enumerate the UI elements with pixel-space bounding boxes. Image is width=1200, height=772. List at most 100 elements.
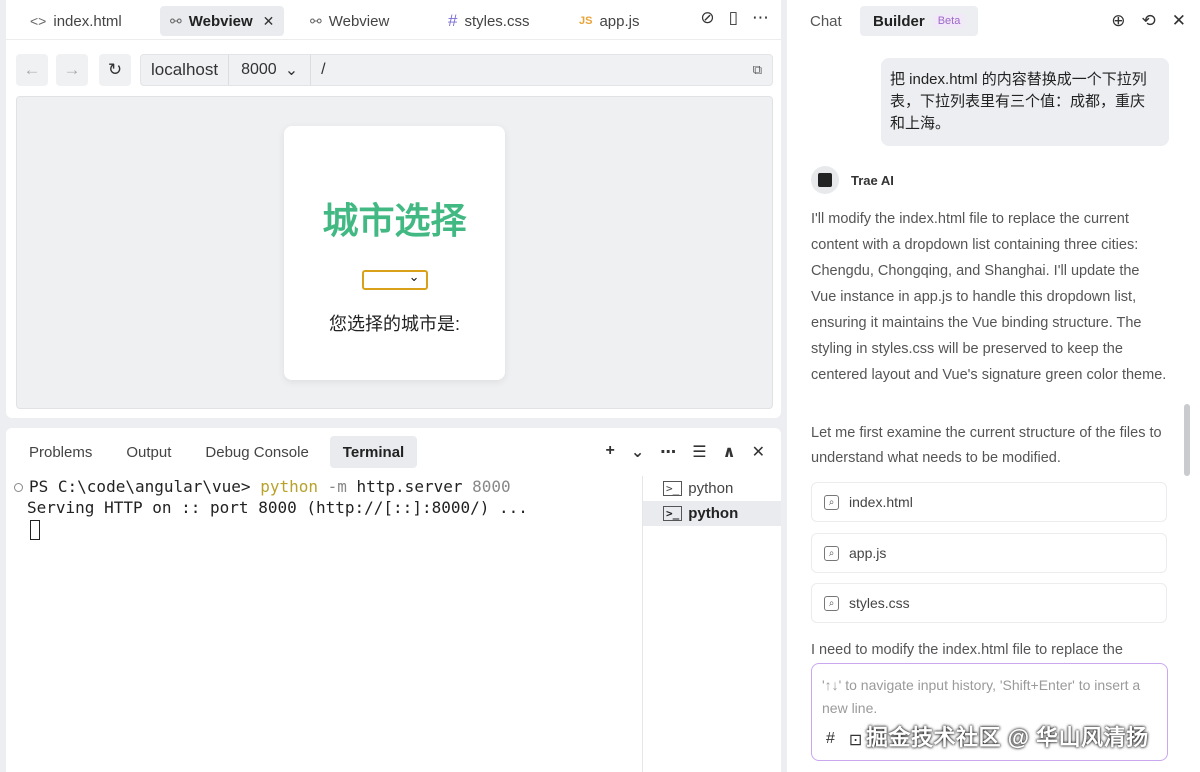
tab-app-js[interactable]: JS app.js — [569, 6, 650, 36]
ai-message-paragraph: Let me first examine the current structu… — [811, 425, 1162, 466]
terminal-output[interactable]: PS C:\code\angular\vue> python -m http.s… — [14, 476, 639, 540]
ai-name: Trae AI — [851, 172, 894, 188]
chevron-down-icon: ⌄ — [408, 269, 420, 284]
file-name: app.js — [849, 545, 887, 561]
panel-tabs: Problems Output Debug Console Terminal — [16, 436, 418, 468]
close-icon[interactable]: ✕ — [752, 442, 765, 462]
terminal-tools: + ⌄ ⋯ ☰ ∧ ✕ — [606, 442, 766, 462]
city-select[interactable]: ⌄ — [361, 269, 428, 290]
tab-styles-css[interactable]: # styles.css — [438, 6, 539, 36]
editor-tab-bar: <> index.html ⚯ Webview ✕ ⚯ Webview # st… — [6, 0, 781, 40]
command-flag: -m — [317, 477, 357, 496]
terminal-icon: >_ — [663, 481, 683, 496]
ai-message-paragraph: I'll modify the index.html file to repla… — [811, 211, 1167, 383]
terminal-line: Serving HTTP on :: port 8000 (http://[::… — [27, 498, 528, 517]
tab-debug-console[interactable]: Debug Console — [192, 436, 321, 468]
forward-button[interactable]: → — [56, 54, 88, 86]
input-tools: # ⊡ — [826, 730, 862, 750]
url-field[interactable]: localhost 8000 ⌄ / ⧉ — [140, 54, 773, 86]
tab-label: Webview — [188, 12, 253, 30]
history-icon[interactable]: ⟲ — [1142, 11, 1156, 31]
selected-city-label: 您选择的城市是: — [328, 314, 460, 334]
chevron-down-icon[interactable]: ⌄ — [631, 442, 644, 462]
css-icon: # — [448, 11, 458, 30]
url-host: localhost — [141, 55, 230, 85]
search-icon: ⌕ — [824, 545, 839, 561]
file-reference[interactable]: ⌕ app.js — [811, 533, 1167, 573]
command: python — [260, 477, 318, 496]
file-name: styles.css — [849, 595, 910, 611]
tab-builder[interactable]: Builder Beta — [860, 6, 979, 36]
tab-label: Webview — [328, 12, 390, 30]
app-card: 城市选择 ⌄ 您选择的城市是: — [284, 126, 505, 380]
watermark: 掘金技术社区 @ 华山风清扬 — [866, 725, 1149, 750]
file-reference[interactable]: ⌕ index.html — [811, 482, 1167, 522]
avatar — [811, 166, 839, 194]
terminal-session[interactable]: >_ python — [643, 476, 781, 501]
js-icon: JS — [579, 15, 593, 27]
file-reference[interactable]: ⌕ styles.css — [811, 583, 1167, 623]
more-icon[interactable]: ⋯ — [660, 442, 676, 462]
maximize-icon[interactable]: ∧ — [723, 442, 736, 462]
file-name: index.html — [849, 494, 913, 510]
chat-header: Chat Builder Beta ⊕ ⟲ ✕ — [787, 0, 1200, 44]
port-select[interactable]: 8000 ⌄ — [229, 55, 312, 85]
tab-chat[interactable]: Chat — [797, 6, 855, 36]
new-chat-icon[interactable]: ⊕ — [1111, 11, 1125, 31]
back-button[interactable]: ← — [16, 54, 48, 86]
search-icon: ⌕ — [824, 595, 839, 611]
beta-badge: Beta — [932, 14, 966, 28]
link-icon: ⚯ — [170, 12, 182, 29]
ai-message-paragraph: I need to modify the index.html file to … — [811, 642, 1123, 657]
chat-tools: ⊕ ⟲ ✕ — [1111, 11, 1186, 31]
ai-header: Trae AI — [811, 166, 894, 194]
tab-terminal[interactable]: Terminal — [329, 436, 418, 468]
image-icon[interactable]: ⊡ — [849, 730, 862, 750]
terminal-cursor — [30, 519, 40, 540]
tab-problems[interactable]: Problems — [16, 436, 105, 468]
chevron-down-icon: ⌄ — [284, 62, 299, 79]
user-message: 把 index.html 的内容替换成一个下拉列表，下拉列表里有三个值：成都，重… — [881, 58, 1169, 146]
terminal-cursor-line — [14, 518, 639, 540]
prompt: PS C:\code\angular\vue> — [29, 477, 261, 496]
page-title: 城市选择 — [322, 200, 467, 241]
more-icon[interactable]: ⋯ — [752, 8, 769, 28]
editor-panel: <> index.html ⚯ Webview ✕ ⚯ Webview # st… — [6, 0, 781, 418]
port-value: 8000 — [241, 61, 277, 78]
split-editor-icon[interactable]: ▯ — [729, 8, 738, 28]
reload-button[interactable]: ↻ — [99, 54, 131, 86]
settings-icon[interactable]: ☰ — [692, 442, 706, 462]
hash-icon[interactable]: # — [826, 730, 835, 750]
address-bar: ← → ↻ localhost 8000 ⌄ / ⧉ — [16, 54, 773, 88]
terminal-icon: >_ — [663, 506, 683, 521]
command-arg: 8000 — [462, 477, 511, 496]
session-label: python — [688, 505, 739, 522]
link-icon: ⚯ — [310, 12, 322, 29]
trae-logo-icon — [818, 173, 832, 187]
tab-webview-active[interactable]: ⚯ Webview ✕ — [160, 6, 285, 36]
tab-index-html[interactable]: <> index.html — [20, 6, 132, 36]
tab-label: app.js — [599, 12, 640, 30]
search-icon: ⌕ — [824, 494, 839, 510]
chat-scrollbar[interactable] — [1184, 404, 1190, 476]
terminal-panel: Problems Output Debug Console Terminal +… — [6, 428, 781, 772]
session-label: python — [688, 480, 734, 497]
ai-chat-panel: Chat Builder Beta ⊕ ⟲ ✕ 把 index.html 的内容… — [787, 0, 1200, 772]
webview-viewport: 城市选择 ⌄ 您选择的城市是: — [16, 96, 773, 409]
left-workspace: <> index.html ⚯ Webview ✕ ⚯ Webview # st… — [0, 0, 787, 772]
tab-output[interactable]: Output — [113, 436, 184, 468]
terminal-session-active[interactable]: >_ python — [643, 501, 781, 526]
tab-label: index.html — [53, 12, 122, 30]
tab-webview[interactable]: ⚯ Webview — [300, 6, 399, 36]
compass-icon[interactable]: ⊘ — [700, 8, 714, 28]
close-icon[interactable]: ✕ — [1172, 11, 1186, 31]
command-arg: http.server — [356, 477, 463, 496]
close-icon[interactable]: ✕ — [263, 13, 275, 30]
copy-icon[interactable]: ⧉ — [753, 62, 772, 78]
code-icon: <> — [30, 13, 47, 29]
terminal-session-list: >_ python >_ python — [642, 476, 781, 772]
add-icon[interactable]: + — [606, 442, 615, 462]
input-placeholder: '↑↓' to navigate input history, 'Shift+E… — [822, 677, 1141, 716]
terminal-line: PS C:\code\angular\vue> python -m http.s… — [14, 476, 639, 497]
url-path[interactable]: / — [311, 61, 753, 79]
